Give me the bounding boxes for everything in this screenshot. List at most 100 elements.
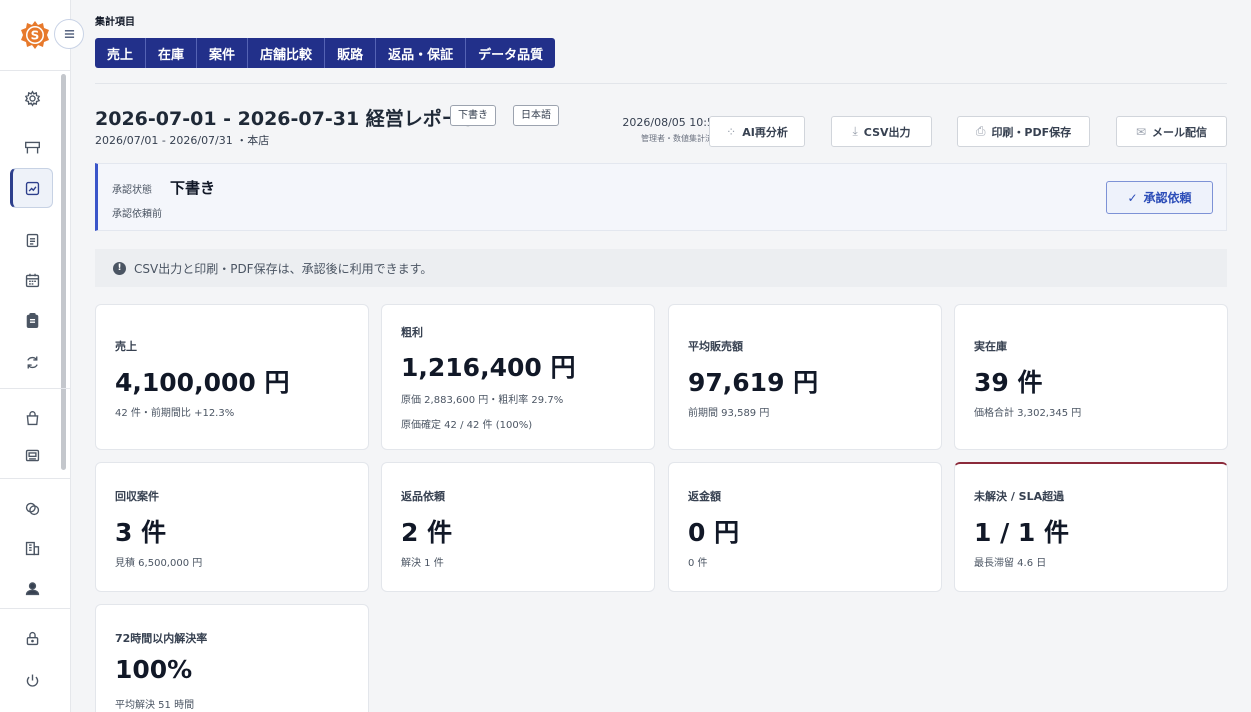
info-notice: ! CSV出力と印刷・PDF保存は、承認後に利用できます。 (95, 249, 1227, 287)
tab-inventory[interactable]: 在庫 (146, 38, 198, 68)
kpi-label: 売上 (115, 340, 137, 353)
lock-icon (26, 631, 38, 645)
menu-toggle-button[interactable] (54, 19, 84, 49)
kpi-sub: 最長滞留 4.6 日 (974, 558, 1047, 569)
kpi-value: 100% (115, 655, 193, 684)
kpi-value: 97,619 円 (688, 368, 819, 397)
kpi-sub: 解決 1 件 (401, 558, 444, 569)
sidebar-divider (0, 608, 71, 609)
report-subtitle: 2026/07/01 - 2026/07/31 ・本店 (95, 134, 270, 147)
kpi-sub: 前期間 93,589 円 (688, 408, 770, 419)
sidebar-divider (0, 70, 71, 71)
download-icon: ⤓ (852, 124, 858, 138)
sidebar-item-logout[interactable] (18, 666, 46, 694)
csv-export-label: CSV出力 (863, 125, 911, 139)
kpi-label: 平均販売額 (688, 340, 743, 353)
sidebar-item-calendar[interactable] (18, 266, 46, 294)
tab-channel[interactable]: 販路 (325, 38, 377, 68)
sidebar-scrollbar[interactable] (61, 74, 66, 470)
print-pdf-label: 印刷・PDF保存 (991, 125, 1072, 139)
sidebar-item-user[interactable] (18, 574, 46, 602)
tab-cases[interactable]: 案件 (197, 38, 249, 68)
info-icon: ! (113, 261, 126, 275)
chart-icon (25, 181, 40, 195)
power-icon (26, 674, 38, 687)
kpi-card-72h-resolution-rate: 72時間以内解決率 100% 平均解決 51 時間 (95, 604, 369, 712)
kpi-sub: 見積 6,500,000 円 (115, 558, 203, 569)
brand-logo-icon[interactable]: S (20, 20, 50, 50)
svg-text:S: S (31, 29, 40, 43)
gear-icon (24, 89, 40, 107)
sidebar-divider (0, 478, 71, 479)
sparkle-icon: ⁘ (726, 124, 737, 139)
approval-panel: 承認状態 下書き 承認依頼前 ✓ 承認依頼 (95, 163, 1227, 231)
clipboard-icon (26, 312, 38, 328)
csv-export-button[interactable]: ⤓ CSV出力 (831, 116, 932, 147)
tab-sales[interactable]: 売上 (95, 38, 147, 68)
language-badge: 日本語 (513, 105, 559, 126)
sidebar-item-report[interactable] (10, 168, 53, 208)
tab-store-comparison[interactable]: 店舗比較 (248, 38, 326, 68)
sidebar-item-company[interactable] (18, 534, 46, 562)
kpi-card-gross-profit: 粗利 1,216,400 円 原価 2,883,600 円・粗利率 29.7% … (381, 304, 655, 450)
mail-delivery-button[interactable]: ✉ メール配信 (1116, 116, 1227, 147)
kpi-card-refund-amount: 返金額 0 円 0 件 (668, 462, 942, 592)
kpi-card-average-sale: 平均販売額 97,619 円 前期間 93,589 円 (668, 304, 942, 450)
sidebar-item-purchase[interactable] (18, 404, 46, 432)
building-icon (25, 541, 39, 555)
header-divider (95, 83, 1227, 84)
kpi-card-sales: 売上 4,100,000 円 42 件・前期間比 +12.3% (95, 304, 369, 450)
mail-delivery-label: メール配信 (1152, 125, 1208, 139)
sidebar-divider (0, 388, 71, 389)
sidebar-item-store[interactable] (18, 133, 46, 161)
report-timestamp: 2026/08/05 10:58 (622, 116, 721, 129)
kpi-value: 1 / 1 件 (974, 518, 1070, 547)
list-icon (26, 233, 38, 247)
kpi-label: 未解決 / SLA超過 (974, 490, 1065, 503)
section-label: 集計項目 (95, 17, 135, 28)
sidebar-item-settings[interactable] (18, 84, 46, 112)
tab-returns-warranty[interactable]: 返品・保証 (376, 38, 467, 68)
kpi-card-collection-cases: 回収案件 3 件 見積 6,500,000 円 (95, 462, 369, 592)
kpi-value: 4,100,000 円 (115, 368, 290, 397)
info-notice-text: CSV出力と印刷・PDF保存は、承認後に利用できます。 (134, 261, 433, 276)
print-pdf-button[interactable]: ⎙ 印刷・PDF保存 (957, 116, 1090, 147)
sidebar-item-finance[interactable] (18, 494, 46, 522)
kpi-label: 72時間以内解決率 (115, 632, 208, 645)
ai-reanalyze-label: AI再分析 (742, 125, 788, 139)
status-badge: 下書き (450, 105, 496, 126)
page-title: 2026-07-01 - 2026-07-31 経営レポート (95, 108, 480, 130)
approval-status-label: 承認状態 (112, 185, 152, 196)
kpi-sub: 平均解決 51 時間 (115, 700, 195, 711)
printer-icon: ⎙ (975, 124, 986, 138)
kpi-value: 3 件 (115, 518, 167, 547)
calendar-icon (25, 273, 39, 287)
kpi-sub: 0 件 (688, 558, 708, 569)
sidebar: S (0, 0, 84, 712)
kpi-label: 実在庫 (974, 340, 1007, 353)
user-icon (25, 581, 39, 595)
sidebar-item-sync[interactable] (18, 348, 46, 376)
sidebar-item-register[interactable] (18, 441, 46, 469)
kpi-sub: 価格合計 3,302,345 円 (974, 408, 1082, 419)
kpi-card-inventory: 実在庫 39 件 価格合計 3,302,345 円 (954, 304, 1228, 450)
register-icon (25, 449, 39, 461)
mail-icon: ✉ (1135, 124, 1147, 139)
kpi-sub: 42 件・前期間比 +12.3% (115, 408, 235, 419)
tab-data-quality[interactable]: データ品質 (466, 38, 555, 68)
kpi-value: 39 件 (974, 368, 1043, 397)
ai-reanalyze-button[interactable]: ⁘ AI再分析 (709, 116, 805, 147)
approval-status-value: 下書き (170, 179, 216, 197)
kpi-label: 返金額 (688, 490, 721, 503)
sidebar-item-lock[interactable] (18, 624, 46, 652)
request-approval-button[interactable]: ✓ 承認依頼 (1106, 181, 1213, 214)
kpi-label: 回収案件 (115, 490, 159, 503)
sidebar-item-list[interactable] (18, 226, 46, 254)
kpi-card-unresolved-sla: 未解決 / SLA超過 1 / 1 件 最長滞留 4.6 日 (954, 462, 1228, 592)
coins-icon (25, 502, 39, 515)
sidebar-item-clipboard[interactable] (18, 306, 46, 334)
check-icon: ✓ (1127, 190, 1138, 205)
aggregation-tabs: 売上 在庫 案件 店舗比較 販路 返品・保証 データ品質 (95, 38, 556, 68)
kpi-card-return-requests: 返品依頼 2 件 解決 1 件 (381, 462, 655, 592)
store-icon (24, 141, 40, 153)
